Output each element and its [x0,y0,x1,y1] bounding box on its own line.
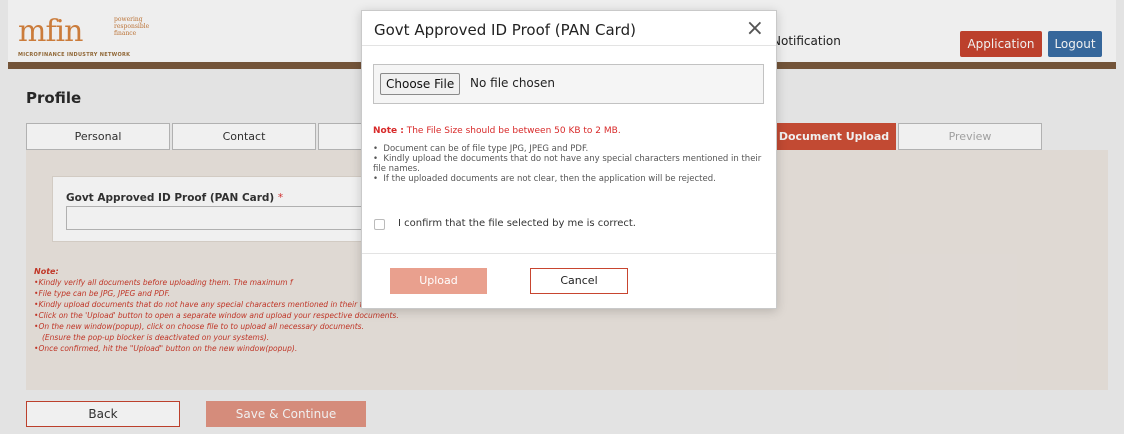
modal-divider [362,45,776,46]
choose-file-button[interactable]: Choose File [380,73,461,95]
cancel-button[interactable]: Cancel [530,268,628,294]
upload-modal: Govt Approved ID Proof (PAN Card) × Choo… [361,10,777,309]
file-size-note: Note : The File Size should be between 5… [373,126,621,136]
list-item: Document can be of file type JPG, JPEG a… [373,144,768,154]
modal-title: Govt Approved ID Proof (PAN Card) [374,21,636,39]
file-input[interactable]: Choose File No file chosen [373,64,764,104]
list-item: Kindly upload the documents that do not … [373,154,768,174]
confirm-checkbox[interactable] [374,219,385,230]
upload-button[interactable]: Upload [390,268,487,294]
list-item: If the uploaded documents are not clear,… [373,174,768,184]
close-icon[interactable]: × [746,17,764,41]
confirm-label[interactable]: I confirm that the file selected by me i… [398,218,636,229]
instruction-list: Document can be of file type JPG, JPEG a… [373,144,768,184]
modal-footer-divider [362,253,776,254]
file-status-text: No file chosen [470,76,556,90]
